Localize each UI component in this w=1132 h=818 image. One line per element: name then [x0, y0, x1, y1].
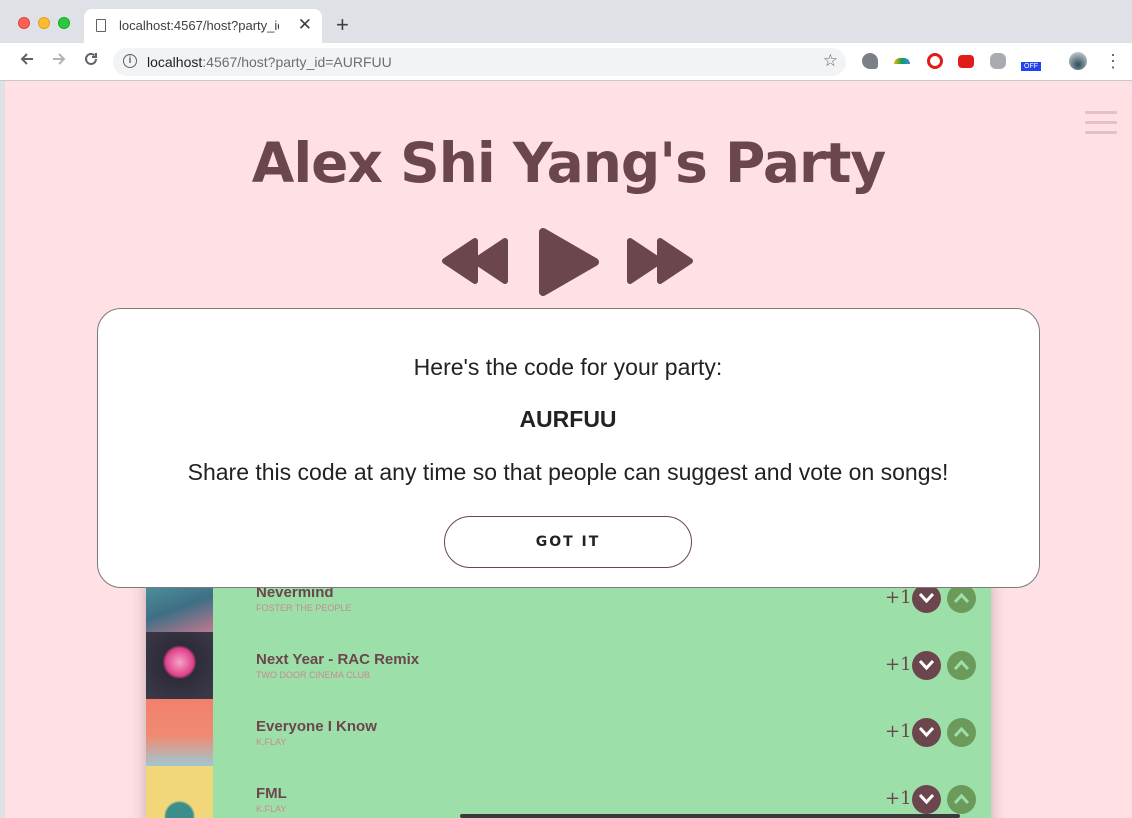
- downvote-button[interactable]: [912, 584, 941, 613]
- info-icon[interactable]: i: [123, 54, 137, 68]
- downvote-button[interactable]: [912, 718, 941, 747]
- upvote-button[interactable]: [947, 584, 976, 613]
- url-host: localhost: [147, 54, 203, 70]
- modal-heading: Here's the code for your party:: [413, 354, 723, 380]
- chevron-down-icon: [918, 793, 935, 805]
- downvote-button[interactable]: [912, 651, 941, 680]
- browser-menu-icon[interactable]: ⋮: [1104, 50, 1122, 72]
- chevron-up-icon: [953, 726, 970, 738]
- album-art: [146, 766, 213, 818]
- back-button[interactable]: [16, 50, 38, 72]
- new-tab-button[interactable]: +: [336, 13, 349, 37]
- upvote-button[interactable]: [947, 651, 976, 680]
- rewind-button[interactable]: [442, 236, 508, 291]
- browser-toolbar: i localhost:4567/host?party_id=AURFUU ☆ …: [0, 43, 1132, 81]
- song-title: Everyone I Know: [256, 718, 377, 735]
- party-code: AURFUU: [519, 406, 617, 432]
- song-row: FML K.FLAY +1: [146, 766, 991, 818]
- chevron-down-icon: [918, 726, 935, 738]
- tab-close-icon[interactable]: ✕: [298, 15, 312, 35]
- song-score: +1: [885, 587, 912, 608]
- minimize-window-button[interactable]: [38, 17, 50, 29]
- song-artist: K.FLAY: [256, 737, 287, 747]
- chevron-up-icon: [953, 659, 970, 671]
- youtube-icon[interactable]: [958, 55, 974, 68]
- profile-avatar[interactable]: [1069, 52, 1087, 70]
- album-art: [146, 632, 213, 699]
- glasses-extension-icon[interactable]: OFF: [1021, 53, 1041, 71]
- fast-forward-icon: [627, 238, 693, 284]
- extension-rainbow-icon[interactable]: [894, 58, 910, 64]
- upvote-button[interactable]: [947, 785, 976, 814]
- fast-forward-button[interactable]: [627, 236, 693, 291]
- browser-tab-bar: localhost:4567/host?party_id=AURFUU ✕ +: [0, 0, 1132, 43]
- song-artist: K.FLAY: [256, 804, 287, 814]
- url-text[interactable]: localhost:4567/host?party_id=AURFUU: [147, 54, 392, 70]
- song-score: +1: [885, 788, 912, 809]
- song-row: Everyone I Know K.FLAY +1: [146, 699, 991, 766]
- downvote-button[interactable]: [912, 785, 941, 814]
- browser-tab[interactable]: localhost:4567/host?party_id=AURFUU ✕: [84, 9, 322, 43]
- bottom-scroll-indicator: [460, 814, 960, 818]
- url-path: :4567/host?party_id=AURFUU: [202, 54, 392, 70]
- close-window-button[interactable]: [18, 17, 30, 29]
- page-icon: [96, 19, 106, 32]
- extension-badge: OFF: [1021, 62, 1041, 71]
- chevron-up-icon: [953, 592, 970, 604]
- chevron-down-icon: [918, 592, 935, 604]
- opera-icon[interactable]: [927, 53, 943, 69]
- song-artist: FOSTER THE PEOPLE: [256, 603, 352, 613]
- playback-controls: [5, 226, 1132, 296]
- bookmark-star-icon[interactable]: ☆: [823, 51, 838, 71]
- forward-button[interactable]: [48, 50, 70, 72]
- song-queue: Nevermind FOSTER THE PEOPLE +1 Next Year…: [146, 565, 991, 818]
- modal-message: Share this code at any time so that peop…: [187, 459, 949, 485]
- song-score: +1: [885, 721, 912, 742]
- database-icon[interactable]: [990, 53, 1006, 69]
- chevron-up-icon: [953, 793, 970, 805]
- chevron-down-icon: [918, 659, 935, 671]
- got-it-button[interactable]: GOT IT: [444, 516, 692, 568]
- back-arrow-icon: [20, 53, 33, 65]
- song-artist: TWO DOOR CINEMA CLUB: [256, 670, 371, 680]
- party-title: Alex Shi Yang's Party: [251, 131, 886, 195]
- song-title: FML: [256, 785, 287, 802]
- extension-bird-icon[interactable]: [862, 53, 878, 69]
- party-page: Alex Shi Yang's Party Nevermind FOSTER T…: [5, 81, 1132, 818]
- song-title: Next Year - RAC Remix: [256, 651, 420, 668]
- reload-button[interactable]: [80, 50, 102, 72]
- upvote-button[interactable]: [947, 718, 976, 747]
- play-button[interactable]: [538, 227, 600, 302]
- party-code-modal: Here's the code for your party: AURFUU S…: [97, 308, 1040, 588]
- forward-arrow-icon: [53, 53, 66, 65]
- reload-icon: [85, 52, 97, 65]
- song-row: Next Year - RAC Remix TWO DOOR CINEMA CL…: [146, 632, 991, 699]
- rewind-icon: [442, 238, 508, 284]
- song-score: +1: [885, 654, 912, 675]
- album-art: [146, 699, 213, 766]
- maximize-window-button[interactable]: [58, 17, 70, 29]
- tab-title: localhost:4567/host?party_id=AURFUU: [119, 18, 279, 33]
- play-icon: [539, 228, 599, 296]
- address-bar[interactable]: i localhost:4567/host?party_id=AURFUU ☆: [113, 48, 846, 76]
